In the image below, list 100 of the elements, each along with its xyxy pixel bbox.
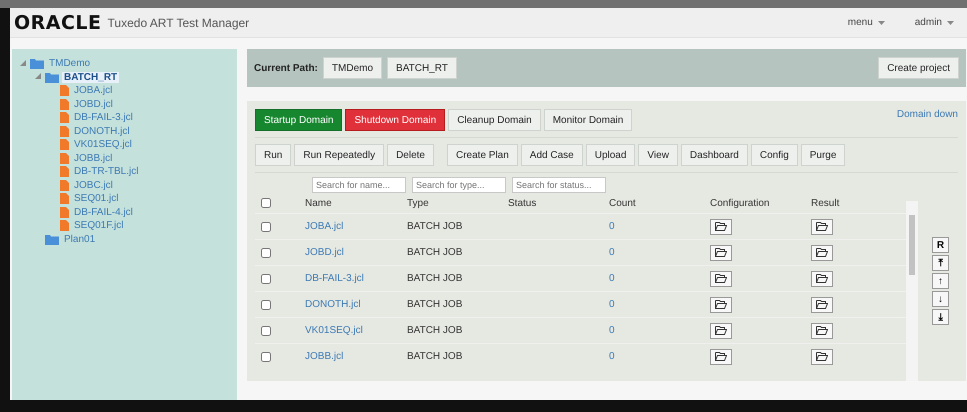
result-button[interactable] bbox=[811, 296, 833, 312]
toolbar-button[interactable]: View bbox=[638, 144, 678, 166]
create-project-button[interactable]: Create project bbox=[878, 57, 959, 79]
tree-item[interactable]: SEQ01F.jcl bbox=[72, 220, 126, 232]
result-button[interactable] bbox=[811, 244, 833, 260]
tree-item[interactable]: Plan01 bbox=[62, 234, 98, 245]
folder-icon bbox=[45, 72, 59, 83]
column-header: Type bbox=[407, 198, 430, 208]
row-checkbox[interactable] bbox=[261, 352, 271, 362]
name-link[interactable]: DB-FAIL-3.jcl bbox=[305, 273, 407, 284]
tree-item[interactable]: DB-FAIL-3.jcl bbox=[72, 112, 135, 124]
configuration-button[interactable] bbox=[710, 348, 732, 364]
configuration-button[interactable] bbox=[710, 244, 732, 260]
order-button[interactable]: ⤒ bbox=[932, 255, 949, 271]
tree-item[interactable]: JOBA.jcl bbox=[72, 85, 114, 96]
expanded-triangle-icon[interactable] bbox=[35, 73, 41, 80]
configuration-button[interactable] bbox=[710, 218, 732, 234]
menu-dropdown[interactable]: menu bbox=[842, 16, 891, 29]
toolbar-button[interactable]: Dashboard bbox=[680, 144, 748, 166]
tree-item[interactable]: SEQ01.jcl bbox=[72, 193, 120, 204]
tree-item[interactable]: JOBD.jcl bbox=[72, 98, 115, 110]
row-checkbox[interactable] bbox=[261, 222, 271, 232]
name-link[interactable]: VK01SEQ.jcl bbox=[305, 325, 407, 336]
breadcrumb-button[interactable]: TMDemo bbox=[322, 57, 382, 79]
file-icon bbox=[60, 112, 69, 124]
result-button[interactable] bbox=[811, 322, 833, 338]
file-icon bbox=[60, 166, 69, 178]
caret-icon bbox=[947, 20, 954, 24]
file-icon bbox=[60, 180, 69, 191]
row-checkbox[interactable] bbox=[261, 274, 271, 284]
tree-item[interactable]: DONOTH.jcl bbox=[72, 126, 132, 137]
domain-button[interactable]: Monitor Domain bbox=[544, 109, 632, 131]
breadcrumb-button[interactable]: BATCH_RT bbox=[387, 57, 457, 79]
table-cell-text: BATCH JOB bbox=[407, 299, 464, 310]
tree-item[interactable]: TMDemo bbox=[47, 58, 92, 70]
result-button[interactable] bbox=[811, 348, 833, 364]
toolbar-button[interactable]: Config bbox=[750, 144, 798, 166]
path-label: Current Path: bbox=[254, 62, 318, 74]
file-icon bbox=[60, 85, 69, 96]
row-checkbox[interactable] bbox=[261, 326, 271, 336]
expanded-triangle-icon[interactable] bbox=[20, 60, 26, 66]
count-link[interactable]: 0 bbox=[609, 325, 710, 336]
result-button[interactable] bbox=[811, 218, 833, 234]
row-checkbox[interactable] bbox=[261, 248, 271, 258]
count-link[interactable]: 0 bbox=[609, 221, 710, 232]
count-link[interactable]: 0 bbox=[609, 273, 710, 284]
search-field[interactable]: Search for status... bbox=[512, 177, 606, 193]
name-link[interactable]: JOBD.jcl bbox=[305, 247, 407, 258]
toolbar-button[interactable]: Delete bbox=[387, 144, 434, 166]
column-header: Result bbox=[811, 198, 840, 208]
tree-item[interactable]: DB-FAIL-4.jcl bbox=[72, 206, 135, 218]
toolbar-button[interactable]: Create Plan bbox=[446, 144, 518, 166]
column-header: Name bbox=[305, 198, 333, 208]
folder-icon bbox=[816, 300, 828, 309]
tree-item[interactable]: JOBB.jcl bbox=[72, 152, 114, 164]
search-field[interactable]: Search for type... bbox=[412, 177, 506, 193]
file-icon bbox=[60, 139, 69, 150]
folder-icon bbox=[715, 248, 727, 257]
count-link[interactable]: 0 bbox=[609, 247, 710, 258]
toolbar-button[interactable]: Purge bbox=[800, 144, 846, 166]
order-button[interactable]: ↓ bbox=[932, 291, 949, 307]
configuration-button[interactable] bbox=[710, 322, 732, 338]
name-link[interactable]: JOBA.jcl bbox=[305, 221, 407, 232]
folder-icon bbox=[715, 274, 727, 283]
folder-icon bbox=[816, 326, 828, 335]
tree-item[interactable]: JOBC.jcl bbox=[72, 180, 115, 191]
toolbar-button[interactable]: Run bbox=[255, 144, 292, 166]
domain-button[interactable]: Startup Domain bbox=[255, 109, 342, 131]
folder-icon bbox=[715, 326, 727, 335]
tree-item[interactable]: BATCH_RT bbox=[62, 72, 120, 83]
toolbar-button[interactable]: Run Repeatedly bbox=[294, 144, 384, 166]
caret-icon bbox=[878, 20, 885, 24]
name-link[interactable]: JOBB.jcl bbox=[305, 351, 407, 362]
file-icon bbox=[60, 152, 69, 164]
column-header: Count bbox=[609, 198, 637, 208]
name-link[interactable]: DONOTH.jcl bbox=[305, 299, 407, 310]
order-button[interactable]: ⤓ bbox=[932, 309, 949, 325]
order-button[interactable]: ↑ bbox=[932, 273, 949, 289]
configuration-button[interactable] bbox=[710, 270, 732, 286]
domain-button[interactable]: Shutdown Domain bbox=[345, 109, 446, 131]
file-icon bbox=[60, 206, 69, 218]
result-button[interactable] bbox=[811, 270, 833, 286]
count-link[interactable]: 0 bbox=[609, 351, 710, 362]
tree-item[interactable]: DB-TR-TBL.jcl bbox=[72, 166, 140, 178]
folder-icon bbox=[30, 58, 44, 70]
tree-item[interactable]: VK01SEQ.jcl bbox=[72, 139, 134, 150]
column-header: Status bbox=[508, 198, 538, 208]
menu-dropdown[interactable]: admin bbox=[908, 16, 960, 29]
toolbar-button[interactable]: Add Case bbox=[520, 144, 583, 166]
select-all-checkbox[interactable] bbox=[261, 198, 271, 208]
domain-button[interactable]: Cleanup Domain bbox=[448, 109, 541, 131]
count-link[interactable]: 0 bbox=[609, 299, 710, 310]
order-button[interactable]: R bbox=[932, 237, 949, 253]
configuration-button[interactable] bbox=[710, 296, 732, 312]
toolbar-button[interactable]: Upload bbox=[586, 144, 636, 166]
domain-status-link[interactable]: Domain down bbox=[896, 109, 958, 120]
scrollbar[interactable] bbox=[906, 201, 918, 381]
folder-icon bbox=[816, 248, 828, 257]
row-checkbox[interactable] bbox=[261, 300, 271, 310]
search-field[interactable]: Search for name... bbox=[312, 177, 406, 193]
